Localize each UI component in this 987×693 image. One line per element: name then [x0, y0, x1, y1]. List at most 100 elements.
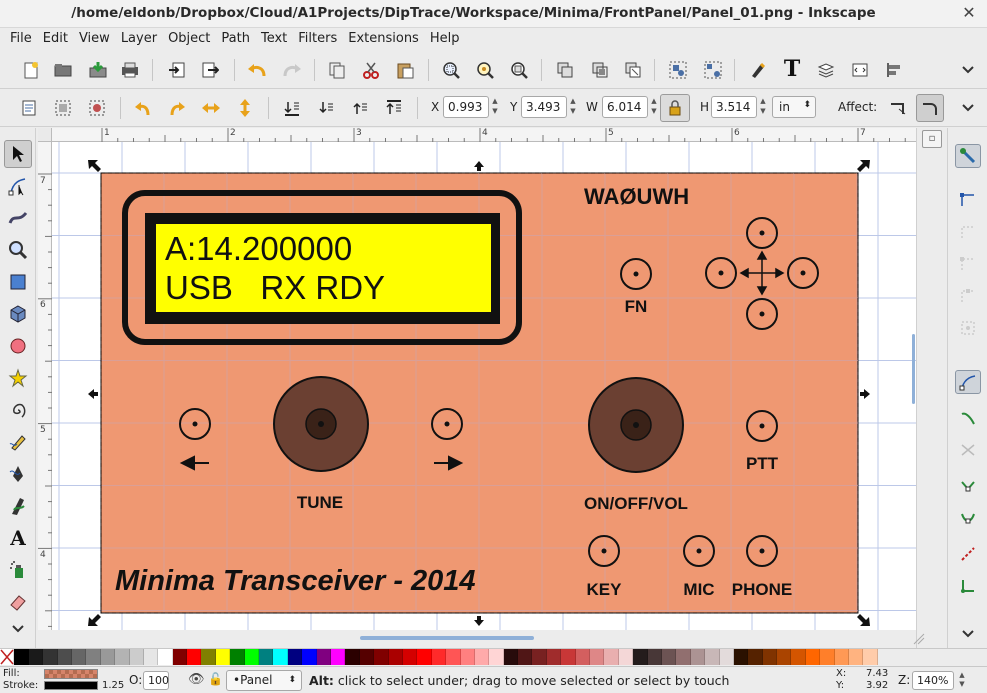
width-spinner[interactable]: ▲ ▼ — [648, 96, 660, 118]
new-document-icon[interactable] — [18, 57, 44, 83]
zoom-spinner[interactable]: ▲ ▼ — [956, 671, 968, 690]
palette-swatch[interactable] — [273, 649, 288, 665]
height-input[interactable]: 3.514 — [711, 96, 757, 118]
palette-swatch[interactable] — [820, 649, 835, 665]
zoom-tool-icon[interactable] — [4, 236, 32, 264]
palette-swatch[interactable] — [172, 649, 188, 665]
palette-swatch[interactable] — [474, 649, 490, 665]
zoom-selection-icon[interactable] — [438, 57, 464, 83]
tweak-tool-icon[interactable] — [4, 204, 32, 232]
open-icon[interactable] — [50, 57, 76, 83]
scale-corners-icon[interactable] — [916, 94, 944, 122]
close-window-icon[interactable]: ✕ — [959, 4, 979, 24]
palette-swatch[interactable] — [431, 649, 447, 665]
palette-swatch[interactable] — [460, 649, 475, 665]
fill-stroke-icon[interactable] — [745, 57, 771, 83]
lower-to-bottom-icon[interactable] — [279, 95, 305, 121]
paste-icon[interactable] — [392, 57, 418, 83]
layer-visibility-icon[interactable]: 👁 — [188, 672, 205, 687]
handle-top-left[interactable] — [88, 160, 101, 172]
ellipse-tool-icon[interactable] — [4, 332, 32, 360]
handle-bottom-left[interactable] — [88, 614, 101, 626]
calligraphy-tool-icon[interactable] — [4, 492, 32, 520]
palette-swatch[interactable] — [546, 649, 562, 665]
snap-more-chevron-icon[interactable] — [955, 622, 981, 646]
flip-horizontal-icon[interactable] — [198, 95, 224, 121]
menu-object[interactable]: Object — [162, 28, 215, 50]
palette-swatch[interactable] — [748, 649, 763, 665]
menu-extensions[interactable]: Extensions — [342, 28, 424, 50]
zoom-input[interactable]: 140% — [912, 671, 954, 690]
palette-swatch[interactable] — [402, 649, 418, 665]
undo-icon[interactable] — [244, 57, 270, 83]
palette-swatch[interactable] — [733, 649, 749, 665]
selector-tool-icon[interactable] — [4, 140, 32, 168]
zoom-page-icon[interactable] — [506, 57, 532, 83]
palette-swatch[interactable] — [28, 649, 44, 665]
handle-top[interactable] — [474, 161, 484, 173]
xml-editor-icon[interactable] — [847, 57, 873, 83]
palette-swatch[interactable] — [446, 649, 461, 665]
snap-bbox-icon[interactable] — [955, 188, 981, 212]
ungroup-icon[interactable] — [700, 57, 726, 83]
export-icon[interactable] — [197, 57, 223, 83]
clone-icon[interactable] — [587, 57, 613, 83]
palette-swatch[interactable] — [834, 649, 850, 665]
snap-nodes-icon[interactable] — [955, 370, 981, 394]
palette-swatch[interactable] — [374, 649, 389, 665]
select-all-icon[interactable] — [16, 95, 42, 121]
menu-text[interactable]: Text — [255, 28, 292, 50]
palette-swatch[interactable] — [489, 649, 504, 665]
chevron-down-icon[interactable] — [955, 57, 981, 83]
palette-swatch[interactable] — [14, 649, 29, 665]
horizontal-scrollbar-thumb[interactable] — [360, 636, 534, 640]
align-icon[interactable] — [881, 57, 907, 83]
horizontal-scrollbar[interactable] — [52, 630, 925, 647]
palette-swatch[interactable] — [158, 649, 173, 665]
lower-icon[interactable] — [313, 95, 339, 121]
snap-bbox-corners-icon[interactable] — [955, 252, 981, 276]
text-tool-icon[interactable]: A — [4, 524, 32, 552]
spray-tool-icon[interactable] — [4, 556, 32, 584]
palette-swatch[interactable] — [518, 649, 533, 665]
opacity-input[interactable]: 100 — [143, 671, 169, 690]
snap-bbox-edges-icon[interactable] — [955, 220, 981, 244]
palette-swatch[interactable] — [604, 649, 619, 665]
palette-swatch[interactable] — [129, 649, 144, 665]
horizontal-ruler[interactable]: 1 2 3 4 5 6 7 — [52, 128, 916, 142]
palette-swatch[interactable] — [316, 649, 331, 665]
flip-vertical-icon[interactable] — [232, 95, 258, 121]
text-font-icon[interactable]: T — [779, 56, 805, 82]
no-paint-swatch[interactable] — [0, 649, 15, 665]
palette-swatch[interactable] — [330, 649, 346, 665]
layer-lock-icon[interactable]: 🔓 — [208, 672, 223, 686]
more-options-chevron-icon[interactable] — [955, 95, 981, 121]
palette-swatch[interactable] — [690, 649, 706, 665]
palette-swatch[interactable] — [259, 649, 274, 665]
y-input[interactable]: 3.493 — [521, 96, 567, 118]
palette-swatch[interactable] — [719, 649, 734, 665]
palette-swatch[interactable] — [503, 649, 519, 665]
drawing-canvas[interactable]: A:14.200000 USB RX RDY WAØUWH FN TUNE ON… — [52, 142, 916, 630]
palette-swatch[interactable] — [345, 649, 360, 665]
3d-box-tool-icon[interactable] — [4, 300, 32, 328]
node-tool-icon[interactable] — [4, 172, 32, 200]
palette-swatch[interactable] — [590, 649, 605, 665]
palette-swatch[interactable] — [86, 649, 101, 665]
snap-smooth-nodes-icon[interactable] — [955, 506, 981, 530]
save-icon[interactable] — [85, 57, 111, 83]
x-input[interactable]: 0.993 — [443, 96, 489, 118]
rectangle-tool-icon[interactable] — [4, 268, 32, 296]
dock-toggle-icon[interactable]: ▫ — [922, 130, 942, 148]
menu-path[interactable]: Path — [215, 28, 255, 50]
palette-swatch[interactable] — [575, 649, 591, 665]
snap-midpoints-icon[interactable] — [955, 542, 981, 566]
raise-to-top-icon[interactable] — [381, 95, 407, 121]
eraser-tool-icon[interactable] — [4, 588, 32, 616]
palette-swatch[interactable] — [244, 649, 260, 665]
palette-swatch[interactable] — [849, 649, 864, 665]
height-spinner[interactable]: ▲ ▼ — [757, 96, 769, 118]
stroke-width-value[interactable]: 1.25 — [102, 680, 124, 691]
snap-intersections-icon[interactable] — [955, 438, 981, 462]
zoom-drawing-icon[interactable] — [472, 57, 498, 83]
